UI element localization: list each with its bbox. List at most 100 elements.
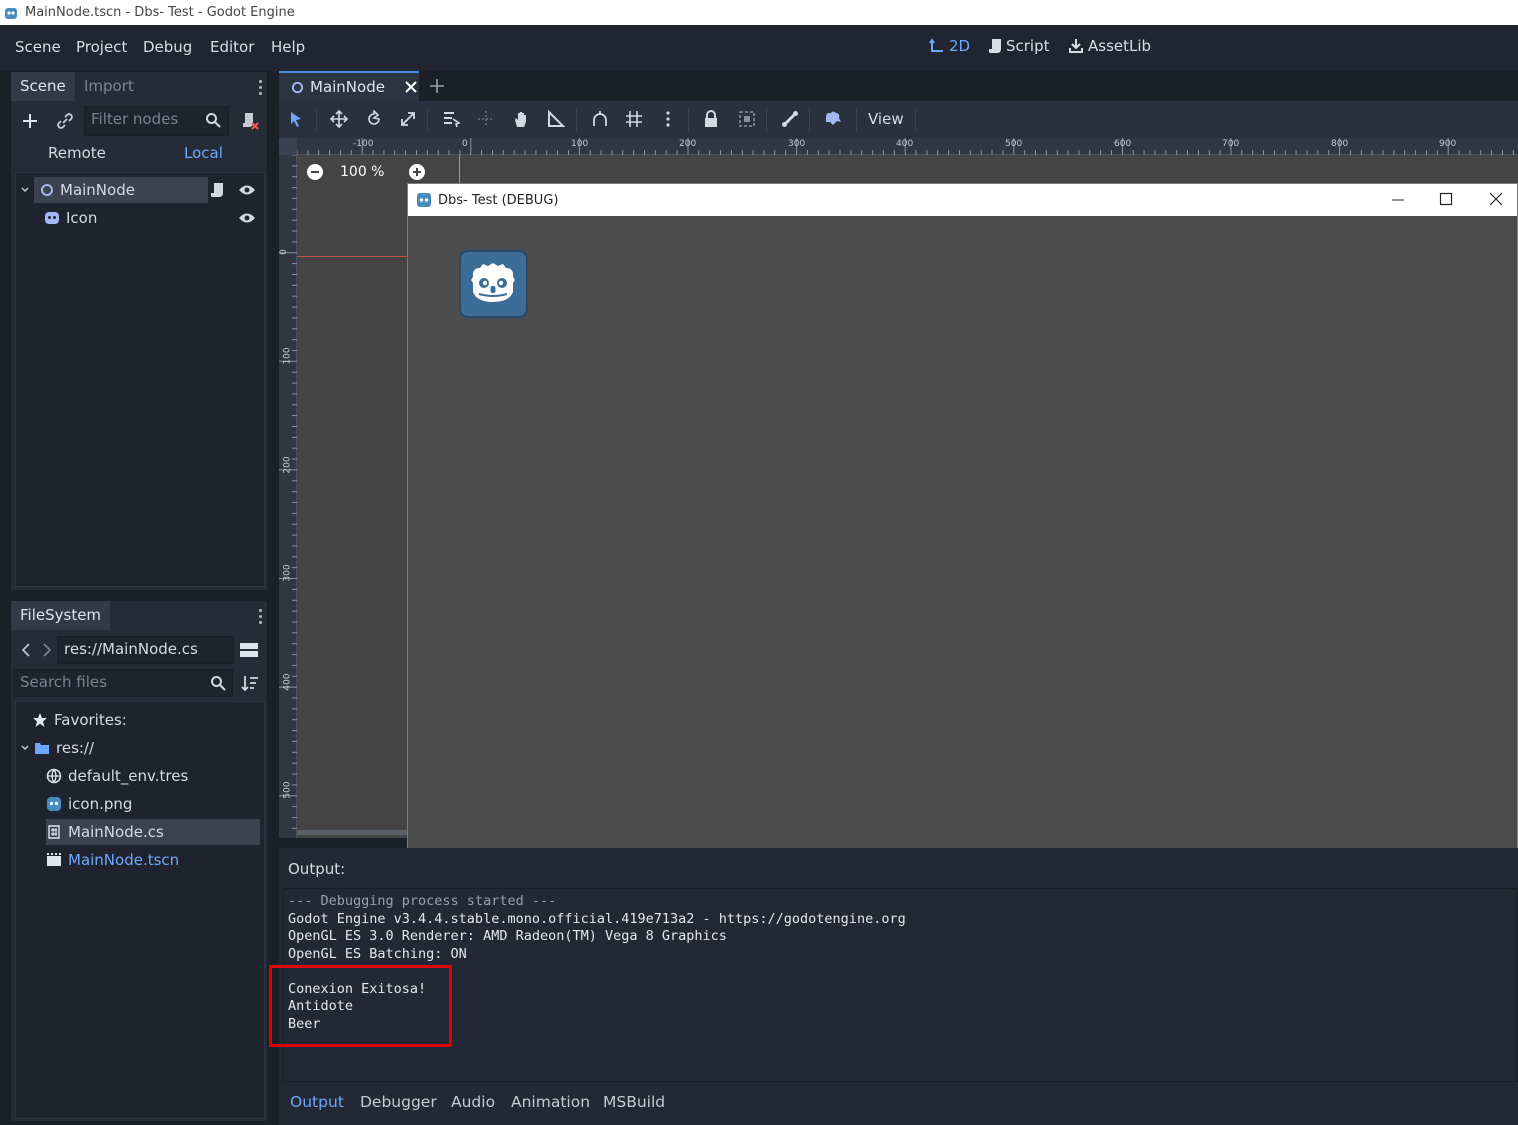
script-attached-icon[interactable] bbox=[210, 182, 224, 198]
viewport-hscroll[interactable] bbox=[297, 830, 407, 835]
godot-logo-icon bbox=[4, 6, 18, 20]
game-window-titlebar[interactable]: Dbs- Test (DEBUG) bbox=[408, 184, 1517, 216]
workspace-assetlib-button[interactable]: AssetLib bbox=[1068, 37, 1151, 55]
rotate-tool-icon[interactable] bbox=[365, 110, 383, 128]
menu-debug[interactable]: Debug bbox=[143, 38, 192, 56]
menu-scene[interactable]: Scene bbox=[15, 38, 61, 56]
file-label: MainNode.tscn bbox=[68, 851, 180, 869]
tab-debugger[interactable]: Debugger bbox=[360, 1093, 437, 1111]
tab-audio[interactable]: Audio bbox=[451, 1093, 495, 1111]
ruler-tool-icon[interactable] bbox=[547, 110, 565, 128]
list-select-icon[interactable] bbox=[442, 110, 460, 128]
filesystem-dock: FileSystem res://MainNode.cs Search file… bbox=[10, 600, 268, 1122]
menu-help[interactable]: Help bbox=[271, 38, 305, 56]
workspace-script-button[interactable]: Script bbox=[988, 37, 1050, 55]
select-tool-icon[interactable] bbox=[288, 110, 304, 128]
tree-node-mainnode[interactable]: MainNode bbox=[18, 177, 264, 203]
file-label: MainNode.cs bbox=[68, 823, 164, 841]
menu-project[interactable]: Project bbox=[76, 38, 127, 56]
folder-icon bbox=[34, 741, 50, 755]
tab-scene[interactable]: Scene bbox=[11, 72, 75, 101]
visibility-eye-icon[interactable] bbox=[238, 212, 256, 224]
smart-snap-icon[interactable] bbox=[591, 110, 609, 128]
bottom-tabs-bar: Output Debugger Audio Animation MSBuild bbox=[279, 1084, 1518, 1125]
sort-icon[interactable] bbox=[241, 674, 259, 692]
close-icon[interactable] bbox=[405, 81, 417, 93]
chevron-down-icon[interactable] bbox=[20, 743, 32, 753]
pivot-tool-icon[interactable] bbox=[477, 110, 495, 128]
tree-node-icon[interactable]: Icon bbox=[44, 205, 264, 231]
favorites-row[interactable]: Favorites: bbox=[32, 707, 262, 733]
file-label: default_env.tres bbox=[68, 767, 189, 785]
close-icon[interactable] bbox=[1489, 192, 1503, 206]
output-console[interactable]: --- Debugging process started --- Godot … bbox=[283, 888, 1518, 1082]
search-icon bbox=[205, 112, 221, 128]
canvas-toolbar: View bbox=[279, 101, 1518, 138]
local-toggle[interactable]: Local bbox=[184, 144, 223, 162]
more-options-icon[interactable] bbox=[665, 110, 671, 128]
view-menu-button[interactable]: View bbox=[868, 110, 904, 128]
grid-snap-icon[interactable] bbox=[625, 110, 643, 128]
zoom-control: 100 % bbox=[306, 163, 426, 181]
console-line: OpenGL ES Batching: ON bbox=[288, 945, 467, 962]
attach-script-icon[interactable] bbox=[241, 112, 259, 130]
bone-icon[interactable] bbox=[781, 110, 799, 128]
nav-forward-icon[interactable] bbox=[42, 642, 52, 658]
workspace-2d-button[interactable]: 2D bbox=[929, 37, 970, 55]
search-files-input[interactable]: Search files bbox=[13, 669, 233, 697]
tab-animation[interactable]: Animation bbox=[511, 1093, 590, 1111]
move-tool-icon[interactable] bbox=[330, 110, 348, 128]
node2d-icon bbox=[40, 183, 54, 197]
chevron-down-icon[interactable] bbox=[20, 185, 30, 195]
add-node-icon[interactable] bbox=[21, 112, 39, 130]
nav-back-icon[interactable] bbox=[21, 642, 31, 658]
scale-tool-icon[interactable] bbox=[399, 110, 417, 128]
ruler-corner bbox=[279, 138, 297, 155]
sprite-icon bbox=[44, 210, 60, 226]
filesystem-menu-icon[interactable] bbox=[259, 609, 263, 627]
folder-row-res[interactable]: res:// bbox=[20, 735, 260, 761]
instance-scene-icon[interactable] bbox=[56, 112, 74, 130]
tree-node-mainnode-selected[interactable]: MainNode bbox=[34, 177, 208, 203]
zoom-out-icon[interactable] bbox=[306, 163, 324, 181]
scene-tab-label: MainNode bbox=[310, 78, 385, 96]
scene-dock-menu-icon[interactable] bbox=[259, 80, 263, 98]
minimize-icon[interactable] bbox=[1391, 192, 1405, 206]
zoom-level[interactable]: 100 % bbox=[340, 164, 384, 180]
lock-icon[interactable] bbox=[703, 110, 719, 128]
list-view-icon[interactable] bbox=[240, 642, 258, 658]
remote-toggle[interactable]: Remote bbox=[48, 144, 106, 162]
search-files-placeholder: Search files bbox=[20, 673, 107, 691]
file-row-selected[interactable]: MainNode.cs bbox=[46, 819, 260, 845]
scene-tree: MainNode Icon bbox=[15, 172, 265, 587]
ruler-tick-label: 700 bbox=[1222, 139, 1240, 149]
game-debug-window[interactable]: Dbs- Test (DEBUG) bbox=[407, 183, 1518, 868]
ruler-tick-label: 0 bbox=[278, 249, 289, 255]
image-icon bbox=[46, 796, 62, 812]
tab-filesystem[interactable]: FileSystem bbox=[11, 601, 111, 630]
file-row[interactable]: default_env.tres bbox=[46, 763, 260, 789]
menu-editor[interactable]: Editor bbox=[210, 38, 254, 56]
path-value: res://MainNode.cs bbox=[64, 640, 198, 658]
pan-tool-icon[interactable] bbox=[512, 110, 530, 128]
file-label: icon.png bbox=[68, 795, 133, 813]
script-icon bbox=[988, 38, 1002, 54]
scene-tabs-bar: MainNode bbox=[279, 71, 1518, 101]
tab-msbuild[interactable]: MSBuild bbox=[603, 1093, 665, 1111]
console-line: Antidote bbox=[288, 998, 354, 1014]
tab-mainnode[interactable]: MainNode bbox=[279, 71, 419, 101]
tab-output[interactable]: Output bbox=[290, 1093, 344, 1111]
group-icon[interactable] bbox=[738, 110, 756, 128]
path-field[interactable]: res://MainNode.cs bbox=[57, 636, 234, 664]
zoom-in-icon[interactable] bbox=[408, 163, 426, 181]
tab-import[interactable]: Import bbox=[75, 72, 143, 101]
add-scene-tab-icon[interactable] bbox=[429, 78, 445, 94]
ruler-tick-label: 300 bbox=[282, 564, 293, 582]
camera-override-icon[interactable] bbox=[824, 110, 842, 126]
ruler-tick-label: 400 bbox=[896, 139, 914, 149]
maximize-icon[interactable] bbox=[1439, 192, 1453, 206]
file-row[interactable]: MainNode.tscn bbox=[46, 847, 260, 873]
favorites-label: Favorites: bbox=[54, 711, 127, 729]
file-row[interactable]: icon.png bbox=[46, 791, 260, 817]
visibility-eye-icon[interactable] bbox=[238, 184, 256, 196]
